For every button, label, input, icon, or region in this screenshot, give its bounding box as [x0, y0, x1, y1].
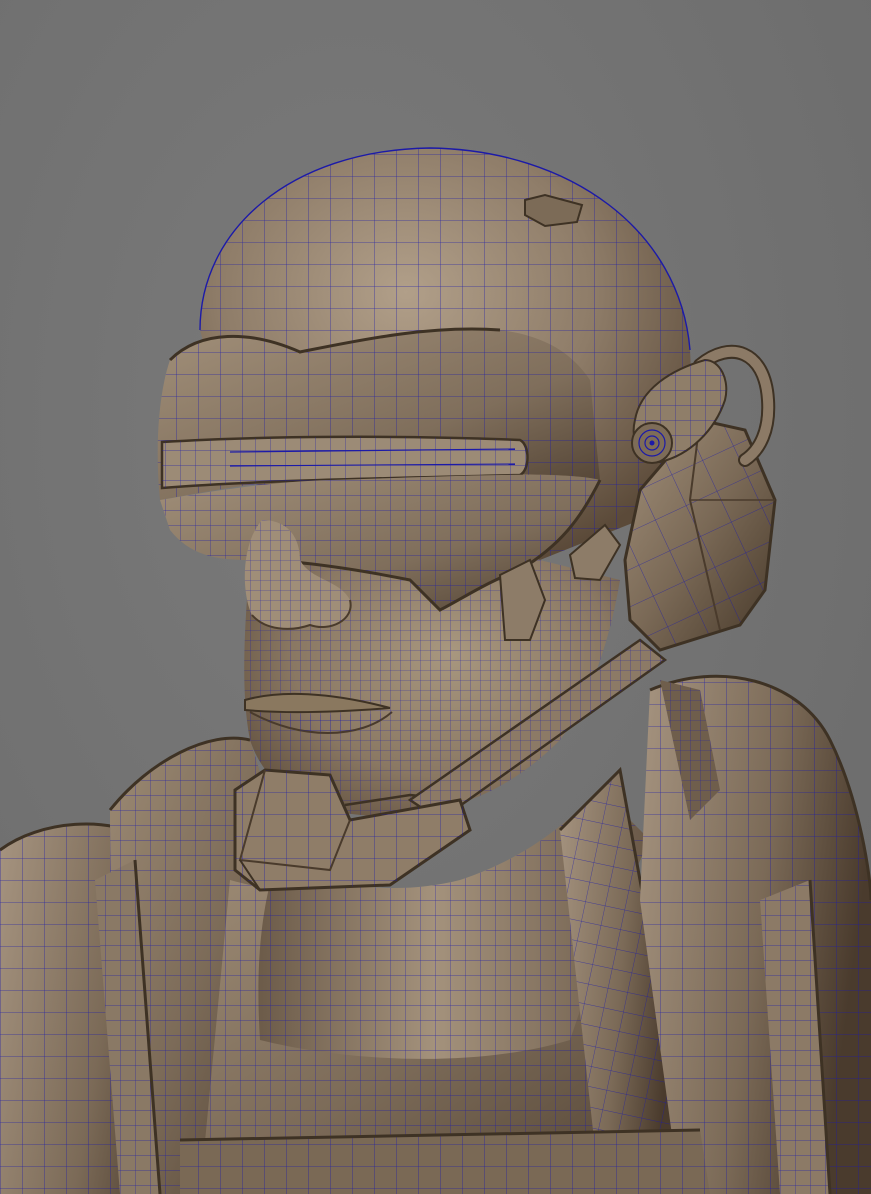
head: [157, 147, 691, 816]
3d-viewport[interactable]: [0, 0, 871, 1194]
character-model: [0, 147, 871, 1194]
mic-socket: [631, 422, 673, 464]
